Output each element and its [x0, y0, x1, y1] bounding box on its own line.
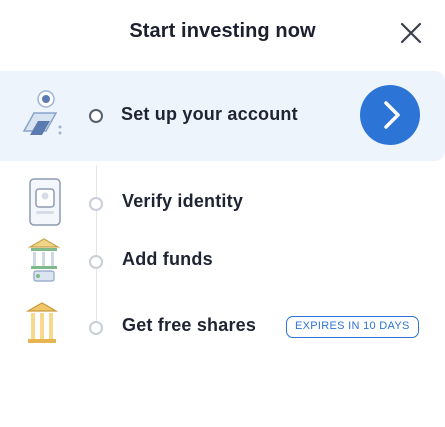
step-status-dot	[89, 197, 103, 211]
step-label[interactable]: Get free shares	[122, 315, 256, 336]
page-title: Start investing now	[129, 20, 316, 42]
bank-funds-illustration	[27, 238, 61, 282]
step-label[interactable]: Add funds	[122, 249, 213, 270]
stock-shares-illustration	[25, 302, 59, 343]
close-button[interactable]	[396, 18, 426, 48]
expiry-badge: EXPIRES IN 10 DAYS	[286, 316, 419, 338]
step-status-dot	[89, 321, 103, 335]
step-label: Set up your account	[121, 104, 298, 124]
step-status-dot	[89, 109, 103, 123]
continue-button[interactable]	[360, 85, 420, 145]
step-label[interactable]: Verify identity	[122, 191, 243, 212]
step-status-dot	[89, 255, 103, 269]
steps-connector-line	[96, 165, 97, 335]
identity-document-illustration	[29, 178, 61, 226]
modal-header: Start investing now	[0, 0, 445, 66]
chevron-right-icon	[384, 101, 400, 129]
account-setup-illustration	[22, 90, 62, 135]
close-icon	[400, 22, 422, 44]
